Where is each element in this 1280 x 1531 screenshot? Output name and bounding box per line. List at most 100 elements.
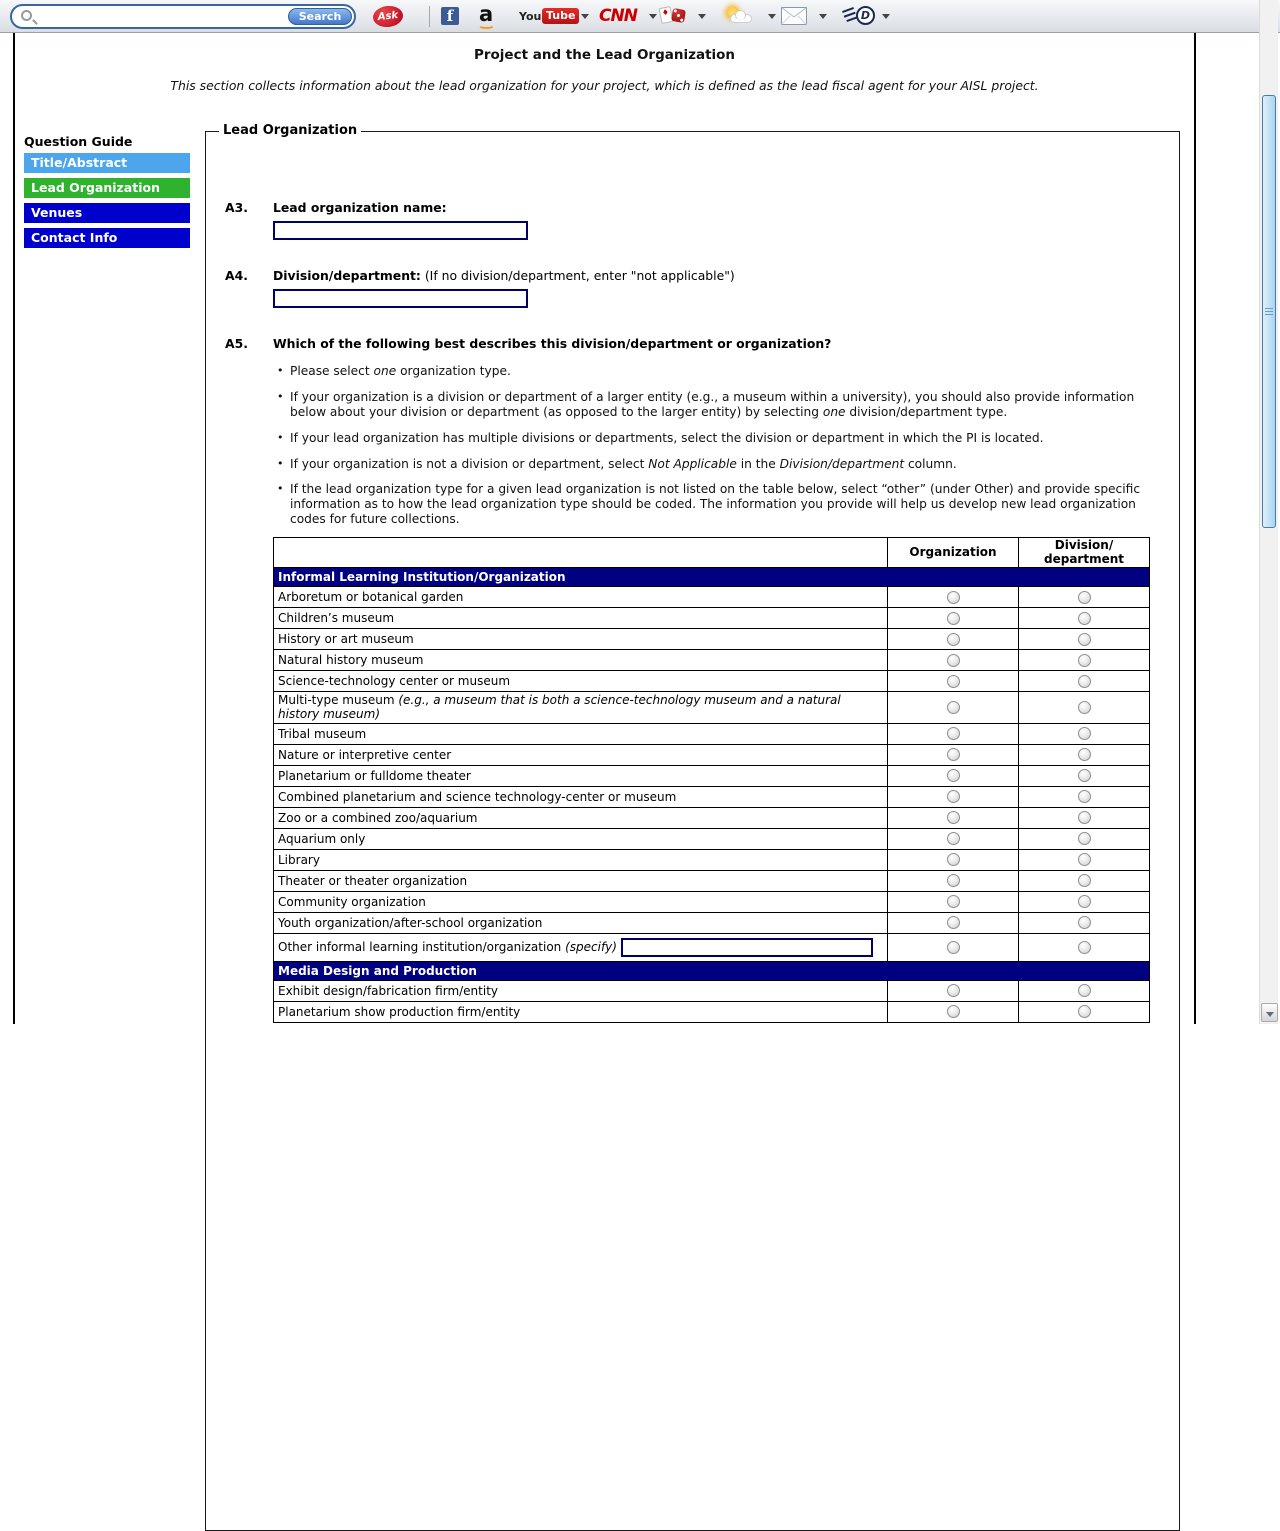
radio-organization-cell — [888, 723, 1019, 744]
table-row: Aquarium only — [274, 828, 1150, 849]
table-row: Combined planetarium and science technol… — [274, 786, 1150, 807]
cards-dice-icon[interactable]: ♦ — [660, 0, 708, 33]
radio-organization[interactable] — [947, 748, 960, 761]
sidebar-item-venues[interactable]: Venues — [24, 203, 190, 223]
mail-icon[interactable] — [781, 0, 829, 33]
radio-organization[interactable] — [947, 675, 960, 688]
radio-organization[interactable] — [947, 790, 960, 803]
radio-division-department[interactable] — [1078, 916, 1091, 929]
table-row: Theater or theater organization — [274, 870, 1150, 891]
division-department-input[interactable] — [273, 289, 528, 308]
youtube-dropdown-icon[interactable] — [581, 14, 589, 19]
lead-organization-fieldset: Lead Organization A3. Lead organization … — [205, 131, 1180, 1531]
radio-division-department[interactable] — [1078, 612, 1091, 625]
radio-organization[interactable] — [947, 874, 960, 887]
radio-organization[interactable] — [947, 654, 960, 667]
radio-organization[interactable] — [947, 1005, 960, 1018]
radio-division-department[interactable] — [1078, 941, 1091, 954]
radio-division-department[interactable] — [1078, 633, 1091, 646]
row-label: Youth organization/after-school organiza… — [274, 912, 888, 933]
question-a4-hint: (If no division/department, enter "not a… — [421, 268, 735, 283]
radio-organization[interactable] — [947, 811, 960, 824]
radio-organization-cell — [888, 980, 1019, 1001]
a5-bullet-item: •If the lead organization type for a giv… — [277, 482, 1145, 527]
weather-icon[interactable] — [724, 0, 778, 33]
table-row: Planetarium or fulldome theater — [274, 765, 1150, 786]
a5-instructions: •Please select one organization type. •If… — [277, 364, 1145, 538]
organization-type-table: OrganizationDivision/departmentInformal … — [273, 537, 1150, 1023]
radio-organization[interactable] — [947, 591, 960, 604]
other-specify-input[interactable] — [621, 938, 873, 957]
radio-organization-cell — [888, 912, 1019, 933]
a5-bullet-item: •If your organization is not a division … — [277, 457, 1145, 472]
radio-division-department[interactable] — [1078, 654, 1091, 667]
row-label: Library — [274, 849, 888, 870]
radio-organization[interactable] — [947, 612, 960, 625]
table-section-row: Media Design and Production — [274, 961, 1150, 980]
radio-organization-cell — [888, 744, 1019, 765]
bullet-dot: • — [277, 431, 290, 446]
a5-bullet-item: •Please select one organization type. — [277, 364, 1145, 379]
table-row: Other informal learning institution/orga… — [274, 933, 1150, 961]
radio-division-department[interactable] — [1078, 811, 1091, 824]
radio-division-department-cell — [1019, 870, 1150, 891]
games-dropdown-icon[interactable] — [698, 14, 706, 19]
mail-dropdown-icon[interactable] — [819, 14, 827, 19]
radio-division-department[interactable] — [1078, 790, 1091, 803]
search-bar[interactable]: Search — [10, 4, 356, 29]
cnn-icon[interactable]: CNN — [599, 0, 657, 33]
sidebar-item-contact-info[interactable]: Contact Info — [24, 228, 190, 248]
section-title: Media Design and Production — [274, 961, 1150, 980]
lead-organization-name-input[interactable] — [273, 221, 528, 240]
header-division-department: Division/department — [1019, 538, 1150, 568]
search-button[interactable]: Search — [288, 8, 352, 25]
radio-organization[interactable] — [947, 895, 960, 908]
header-empty-cell — [274, 538, 888, 568]
radio-division-department[interactable] — [1078, 853, 1091, 866]
radio-division-department[interactable] — [1078, 701, 1091, 714]
radio-organization-cell — [888, 870, 1019, 891]
search-input[interactable] — [38, 8, 283, 25]
ask-icon[interactable]: Ask — [372, 4, 404, 28]
scroll-down-button[interactable] — [1261, 1003, 1278, 1022]
row-label: Theater or theater organization — [274, 870, 888, 891]
radio-division-department[interactable] — [1078, 591, 1091, 604]
radio-division-department[interactable] — [1078, 675, 1091, 688]
radio-organization-cell — [888, 692, 1019, 724]
question-a4-label: Division/department: (If no division/dep… — [273, 268, 735, 283]
sidebar-item-title-abstract[interactable]: Title/Abstract — [24, 153, 190, 173]
youtube-icon[interactable]: You Tube — [519, 0, 587, 33]
radio-organization-cell — [888, 629, 1019, 650]
radio-organization[interactable] — [947, 633, 960, 646]
sidebar-item-lead-organization[interactable]: Lead Organization — [24, 178, 190, 198]
radio-division-department[interactable] — [1078, 727, 1091, 740]
radio-division-department[interactable] — [1078, 832, 1091, 845]
radio-division-department[interactable] — [1078, 984, 1091, 997]
radio-division-department-cell — [1019, 786, 1150, 807]
radio-division-department[interactable] — [1078, 895, 1091, 908]
bullet-dot: • — [277, 457, 290, 472]
radio-organization[interactable] — [947, 701, 960, 714]
radio-organization[interactable] — [947, 941, 960, 954]
radio-division-department[interactable] — [1078, 874, 1091, 887]
scrollbar-thumb[interactable] — [1262, 95, 1276, 528]
radio-division-department-cell — [1019, 650, 1150, 671]
radio-organization-cell — [888, 650, 1019, 671]
radio-division-department[interactable] — [1078, 1005, 1091, 1018]
radio-organization[interactable] — [947, 769, 960, 782]
row-label: Zoo or a combined zoo/aquarium — [274, 807, 888, 828]
radio-organization[interactable] — [947, 916, 960, 929]
cnn-dropdown-icon[interactable] — [649, 14, 657, 19]
radio-division-department[interactable] — [1078, 748, 1091, 761]
radio-organization[interactable] — [947, 832, 960, 845]
weather-dropdown-icon[interactable] — [768, 14, 776, 19]
radio-organization[interactable] — [947, 984, 960, 997]
dogpile-icon[interactable]: D — [842, 0, 890, 33]
radio-organization[interactable] — [947, 727, 960, 740]
radio-division-department[interactable] — [1078, 769, 1091, 782]
row-label: Arboretum or botanical garden — [274, 587, 888, 608]
radio-organization[interactable] — [947, 853, 960, 866]
table-row: History or art museum — [274, 629, 1150, 650]
vertical-scrollbar[interactable] — [1259, 0, 1278, 1024]
dogpile-dropdown-icon[interactable] — [882, 14, 890, 19]
